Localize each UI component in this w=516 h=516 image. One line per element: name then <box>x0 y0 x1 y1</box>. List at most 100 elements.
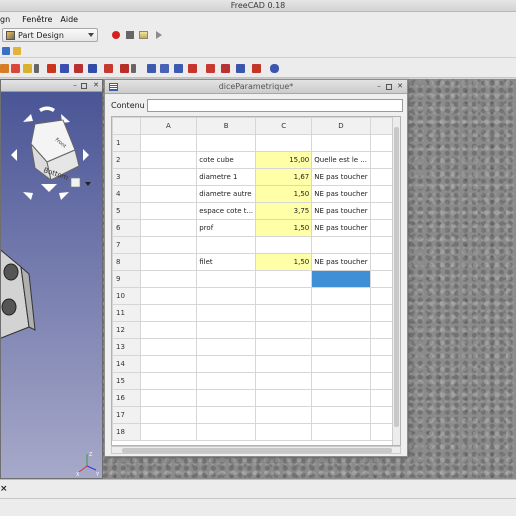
chamfer-icon[interactable] <box>221 64 230 73</box>
cell-c[interactable] <box>255 389 313 407</box>
corner-header[interactable] <box>112 117 141 135</box>
close-icon[interactable]: ✕ <box>92 82 100 90</box>
column-header-b[interactable]: B <box>196 117 257 135</box>
cell-d[interactable] <box>311 355 371 373</box>
close-icon[interactable]: ✕ <box>396 83 404 91</box>
cell-a[interactable] <box>139 168 198 186</box>
row-header[interactable]: 13 <box>112 338 141 356</box>
record-macro-icon[interactable] <box>112 31 120 39</box>
cell-c[interactable] <box>255 304 313 322</box>
cell-b[interactable] <box>196 270 257 288</box>
cell-c[interactable] <box>255 423 313 441</box>
additive-primitive-icon[interactable] <box>120 64 129 73</box>
linear-pattern-icon[interactable] <box>160 64 169 73</box>
row-header[interactable]: 8 <box>112 253 141 271</box>
row-header[interactable]: 1 <box>112 134 141 152</box>
play-macro-icon[interactable] <box>156 31 162 39</box>
boolean-icon[interactable] <box>270 64 279 73</box>
cell-d[interactable] <box>311 287 371 305</box>
cell-b[interactable]: diametre autre <box>196 185 257 203</box>
validate-sketch-icon[interactable] <box>23 64 32 73</box>
cell-c[interactable] <box>255 321 313 339</box>
cell-a[interactable] <box>139 270 198 288</box>
cell-b[interactable]: prof <box>196 219 257 237</box>
cell-c[interactable] <box>255 338 313 356</box>
cell-a[interactable] <box>139 253 198 271</box>
cell-b[interactable]: espace cote t... <box>196 202 257 220</box>
cell-a[interactable] <box>139 304 198 322</box>
menu-item-design[interactable]: gn <box>0 15 14 24</box>
cell-a[interactable] <box>139 338 198 356</box>
cell-c[interactable] <box>255 372 313 390</box>
cell-a[interactable] <box>139 236 198 254</box>
cell-a[interactable] <box>139 372 198 390</box>
cell-b[interactable] <box>196 372 257 390</box>
cell-c[interactable] <box>255 287 313 305</box>
cell-d[interactable]: NE pas toucher <box>311 202 371 220</box>
groove-icon[interactable] <box>88 64 97 73</box>
cell-a[interactable] <box>139 202 198 220</box>
cell-b[interactable]: filet <box>196 253 257 271</box>
cell-d[interactable]: NE pas toucher <box>311 219 371 237</box>
cell-d[interactable]: NE pas toucher <box>311 253 371 271</box>
cell-a[interactable] <box>139 287 198 305</box>
cell-a[interactable] <box>139 355 198 373</box>
cell-d[interactable]: NE pas toucher <box>311 185 371 203</box>
row-header[interactable]: 18 <box>112 423 141 441</box>
cell-a[interactable] <box>139 185 198 203</box>
row-header[interactable]: 5 <box>112 202 141 220</box>
row-header[interactable]: 6 <box>112 219 141 237</box>
fillet-icon[interactable] <box>206 64 215 73</box>
cell-b[interactable] <box>196 338 257 356</box>
chevron-down-icon[interactable] <box>131 64 136 73</box>
3d-viewport[interactable]: Front Bottom Z X Y <box>1 92 102 478</box>
row-header[interactable]: 16 <box>112 389 141 407</box>
row-header[interactable]: 14 <box>112 355 141 373</box>
polar-pattern-icon[interactable] <box>174 64 183 73</box>
attach-sketch-icon[interactable] <box>11 64 20 73</box>
vertical-scroll-thumb[interactable] <box>394 127 399 427</box>
cell-a[interactable] <box>139 423 198 441</box>
cell-b[interactable] <box>196 287 257 305</box>
pad-icon[interactable] <box>47 64 56 73</box>
cell-d[interactable]: NE pas toucher <box>311 168 371 186</box>
cell-c[interactable]: 1,50 <box>255 219 313 237</box>
cell-a[interactable] <box>139 406 198 424</box>
new-document-icon[interactable] <box>2 47 10 55</box>
maximize-icon[interactable] <box>386 84 392 90</box>
row-header[interactable]: 9 <box>112 270 141 288</box>
revolution-icon[interactable] <box>74 64 83 73</box>
cell-c[interactable] <box>255 236 313 254</box>
menu-item-fenetre[interactable]: Fenêtre <box>22 15 56 24</box>
cell-b[interactable] <box>196 406 257 424</box>
cell-b[interactable]: cote cube <box>196 151 257 169</box>
chevron-down-icon[interactable] <box>34 64 39 73</box>
open-folder-icon[interactable] <box>13 47 21 55</box>
cell-d[interactable] <box>311 304 371 322</box>
row-header[interactable]: 10 <box>112 287 141 305</box>
cell-d[interactable] <box>311 236 371 254</box>
cell-d[interactable] <box>311 338 371 356</box>
minimize-icon[interactable]: – <box>375 83 383 91</box>
cell-d[interactable] <box>311 134 371 152</box>
column-header-a[interactable]: A <box>139 117 198 135</box>
selected-cell[interactable] <box>311 270 371 288</box>
cell-a[interactable] <box>139 321 198 339</box>
cell-b[interactable] <box>196 134 257 152</box>
horizontal-scroll-thumb[interactable] <box>122 448 392 453</box>
vertical-scrollbar[interactable] <box>392 117 400 445</box>
cell-d[interactable] <box>311 423 371 441</box>
pocket-icon[interactable] <box>60 64 69 73</box>
thickness-icon[interactable] <box>252 64 261 73</box>
cell-a[interactable] <box>139 134 198 152</box>
row-header[interactable]: 17 <box>112 406 141 424</box>
cell-a[interactable] <box>139 389 198 407</box>
mirror-icon[interactable] <box>147 64 156 73</box>
cell-d[interactable] <box>311 406 371 424</box>
cell-d[interactable] <box>311 372 371 390</box>
cell-d[interactable] <box>311 321 371 339</box>
additive-loft-icon[interactable] <box>104 64 113 73</box>
row-header[interactable]: 11 <box>112 304 141 322</box>
draft-icon[interactable] <box>236 64 245 73</box>
cell-a[interactable] <box>139 219 198 237</box>
